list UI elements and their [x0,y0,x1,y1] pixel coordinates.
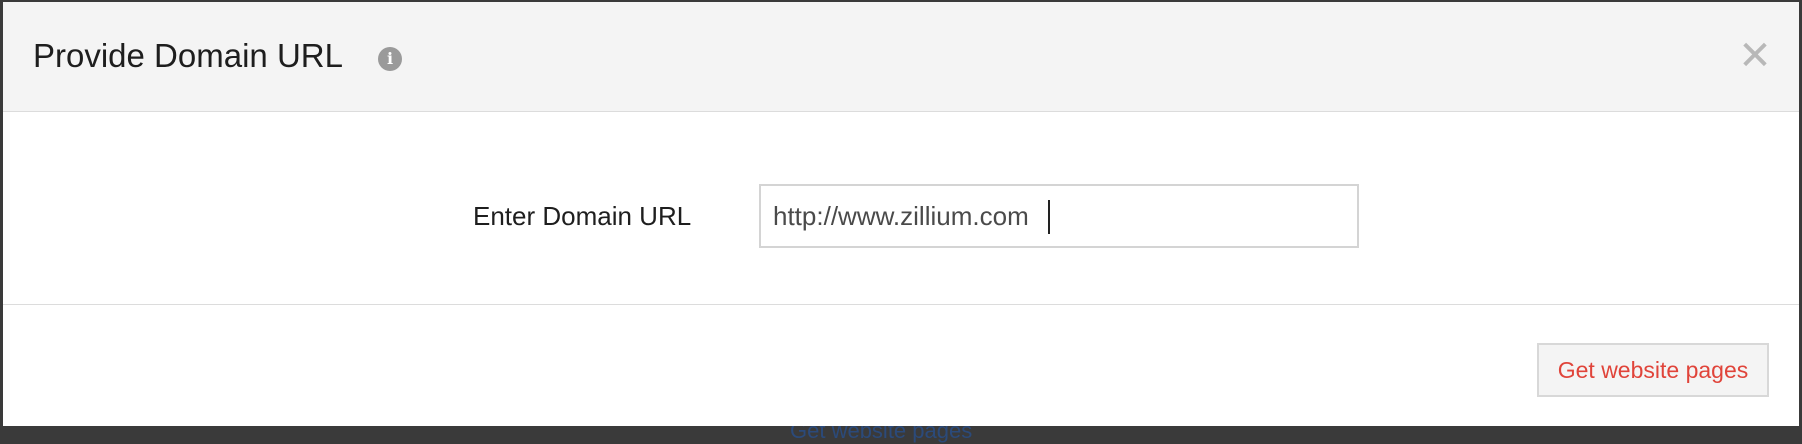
domain-url-label: Enter Domain URL [473,201,692,231]
domain-url-input[interactable] [759,184,1359,248]
info-icon[interactable]: i [378,47,402,71]
dialog-header: Provide Domain URL i ✕ [3,2,1799,112]
dialog-footer: Get website pages [3,305,1799,426]
text-cursor [1048,200,1050,234]
dialog-body: Enter Domain URL [3,112,1799,305]
provide-domain-url-dialog: Provide Domain URL i ✕ Enter Domain URL … [3,2,1799,426]
close-icon[interactable]: ✕ [1737,36,1773,76]
get-website-pages-button[interactable]: Get website pages [1537,343,1769,397]
dialog-title: Provide Domain URL [33,37,343,74]
